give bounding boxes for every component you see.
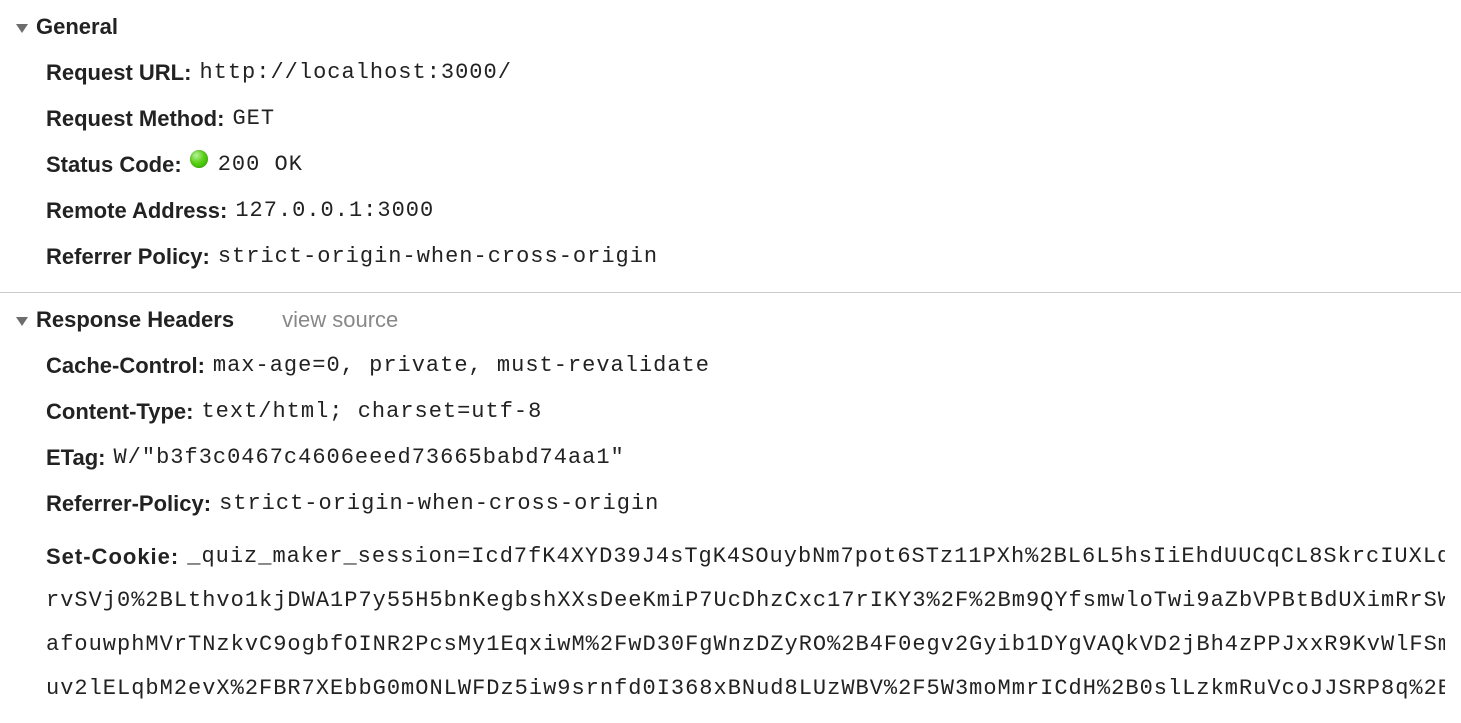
view-source-link[interactable]: view source xyxy=(282,307,398,333)
response-headers-title: Response Headers xyxy=(36,307,234,333)
cache-control-row: Cache-Control: max-age=0, private, must-… xyxy=(46,343,1461,389)
set-cookie-value-line-1: _quiz_maker_session=Icd7fK4XYD39J4sTgK4S… xyxy=(187,535,1445,579)
rp-header-value: strict-origin-when-cross-origin xyxy=(219,489,659,519)
referrer-policy-value: strict-origin-when-cross-origin xyxy=(218,242,658,272)
content-type-value: text/html; charset=utf-8 xyxy=(201,397,542,427)
general-section: General Request URL: http://localhost:30… xyxy=(0,0,1461,292)
status-dot-icon xyxy=(190,150,208,168)
cache-control-label: Cache-Control xyxy=(46,351,198,381)
status-code-row: Status Code: 200 OK xyxy=(46,142,1461,188)
response-headers-section-header[interactable]: Response Headers view source xyxy=(0,301,1461,339)
disclosure-triangle-icon xyxy=(16,24,28,33)
request-url-value: http://localhost:3000/ xyxy=(199,58,511,88)
cache-control-value: max-age=0, private, must-revalidate xyxy=(213,351,710,381)
set-cookie-value-line-2: rvSVj0%2BLthvo1kjDWA1P7y55H5bnKegbshXXsD… xyxy=(46,579,1445,623)
general-section-header[interactable]: General xyxy=(0,8,1461,46)
response-headers-rows: Cache-Control: max-age=0, private, must-… xyxy=(0,339,1461,527)
set-cookie-label: Set-Cookie xyxy=(46,535,171,579)
disclosure-triangle-icon xyxy=(16,317,28,326)
general-rows: Request URL: http://localhost:3000/ Requ… xyxy=(0,46,1461,280)
content-type-label: Content-Type xyxy=(46,397,186,427)
rp-header-row: Referrer-Policy: strict-origin-when-cros… xyxy=(46,481,1461,527)
request-method-value: GET xyxy=(232,104,275,134)
referrer-policy-label: Referrer Policy xyxy=(46,242,203,272)
request-url-label: Request URL xyxy=(46,58,184,88)
request-url-row: Request URL: http://localhost:3000/ xyxy=(46,50,1461,96)
etag-label: ETag xyxy=(46,443,98,473)
referrer-policy-row: Referrer Policy: strict-origin-when-cros… xyxy=(46,234,1461,280)
remote-address-label: Remote Address xyxy=(46,196,220,226)
content-type-row: Content-Type: text/html; charset=utf-8 xyxy=(46,389,1461,435)
request-method-row: Request Method: GET xyxy=(46,96,1461,142)
rp-header-label: Referrer-Policy xyxy=(46,489,204,519)
set-cookie-value-line-3: afouwphMVrTNzkvC9ogbfOINR2PcsMy1EqxiwM%2… xyxy=(46,623,1445,667)
headers-panel: General Request URL: http://localhost:30… xyxy=(0,0,1461,723)
remote-address-value: 127.0.0.1:3000 xyxy=(235,196,434,226)
etag-row: ETag: W/"b3f3c0467c4606eeed73665babd74aa… xyxy=(46,435,1461,481)
etag-value: W/"b3f3c0467c4606eeed73665babd74aa1" xyxy=(113,443,624,473)
status-code-value: 200 OK xyxy=(218,150,303,180)
status-code-label: Status Code xyxy=(46,150,174,180)
response-headers-section: Response Headers view source Cache-Contr… xyxy=(0,292,1461,723)
set-cookie-row: Set-Cookie: _quiz_maker_session=Icd7fK4X… xyxy=(0,527,1461,711)
remote-address-row: Remote Address: 127.0.0.1:3000 xyxy=(46,188,1461,234)
request-method-label: Request Method xyxy=(46,104,217,134)
general-section-title: General xyxy=(36,14,118,40)
set-cookie-value-line-4: uv2lELqbM2evX%2FBR7XEbbG0mONLWFDz5iw9srn… xyxy=(46,667,1445,711)
